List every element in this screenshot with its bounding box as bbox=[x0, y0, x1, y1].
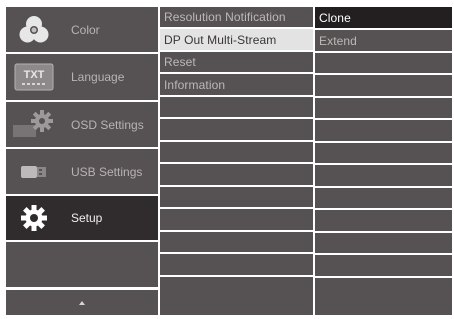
osd-settings-icon bbox=[11, 108, 57, 142]
options-empty-row bbox=[315, 75, 452, 96]
submenu-item-dp-out-multi-stream[interactable]: DP Out Multi-Stream bbox=[160, 29, 313, 50]
svg-text:TXT: TXT bbox=[24, 69, 45, 81]
submenu-empty-row bbox=[160, 142, 313, 162]
main-menu-item-label: Setup bbox=[71, 211, 103, 225]
main-menu-item-label: USB Settings bbox=[71, 164, 143, 179]
option-extend[interactable]: Extend bbox=[315, 30, 452, 51]
usb-settings-icon bbox=[11, 155, 57, 189]
up-arrow-icon[interactable] bbox=[79, 300, 85, 305]
submenu-empty-row bbox=[160, 277, 313, 315]
main-menu-item-label: OSD Settings bbox=[71, 117, 144, 132]
submenu-item-reset[interactable]: Reset bbox=[160, 52, 313, 72]
option-label: Extend bbox=[319, 33, 357, 48]
submenu-empty-row bbox=[160, 119, 313, 140]
submenu-empty-row bbox=[160, 187, 313, 207]
osd-menu: Color TXT Language OSD Settings USB Sett… bbox=[6, 7, 452, 315]
submenu-item-label: Information bbox=[164, 77, 226, 92]
submenu-empty-row bbox=[160, 254, 313, 275]
submenu-empty-row bbox=[160, 97, 313, 117]
main-menu-item-label: Language bbox=[71, 70, 125, 84]
main-menu-item-color[interactable]: Color bbox=[6, 7, 158, 52]
main-menu-item-setup[interactable]: Setup bbox=[6, 196, 158, 240]
submenu-empty-row bbox=[160, 164, 313, 185]
main-menu: Color TXT Language OSD Settings USB Sett… bbox=[6, 7, 158, 315]
options-empty-row bbox=[315, 188, 452, 208]
submenu-item-label: DP Out Multi-Stream bbox=[164, 32, 277, 47]
options-empty-row bbox=[315, 53, 452, 73]
option-label: Clone bbox=[319, 10, 351, 25]
main-menu-item-language[interactable]: TXT Language bbox=[6, 54, 158, 100]
submenu-item-label: Reset bbox=[164, 55, 196, 69]
options-empty-row bbox=[315, 98, 452, 118]
option-clone[interactable]: Clone bbox=[315, 7, 452, 28]
main-menu-empty-row bbox=[6, 242, 158, 287]
options-empty-row bbox=[315, 278, 452, 315]
setup-icon bbox=[11, 201, 57, 235]
submenu-empty-row bbox=[160, 232, 313, 252]
color-icon bbox=[11, 13, 57, 47]
submenu-item-label: Resolution Notification bbox=[164, 10, 286, 24]
submenu-empty-row bbox=[160, 209, 313, 230]
options-empty-row bbox=[315, 120, 452, 141]
options-empty-row bbox=[315, 255, 452, 276]
main-menu-item-label: Color bbox=[71, 22, 100, 37]
language-icon: TXT bbox=[11, 60, 57, 94]
options-empty-row bbox=[315, 143, 452, 163]
options-empty-row bbox=[315, 210, 452, 231]
main-menu-item-usb-settings[interactable]: USB Settings bbox=[6, 149, 158, 194]
main-menu-scroll-row[interactable] bbox=[6, 290, 158, 315]
main-menu-item-osd-settings[interactable]: OSD Settings bbox=[6, 102, 158, 147]
setup-submenu: Resolution Notification DP Out Multi-Str… bbox=[160, 7, 313, 315]
options-menu: Clone Extend bbox=[315, 7, 452, 315]
options-empty-row bbox=[315, 233, 452, 253]
options-empty-row bbox=[315, 165, 452, 186]
submenu-item-resolution-notification[interactable]: Resolution Notification bbox=[160, 7, 313, 27]
submenu-item-information[interactable]: Information bbox=[160, 74, 313, 95]
